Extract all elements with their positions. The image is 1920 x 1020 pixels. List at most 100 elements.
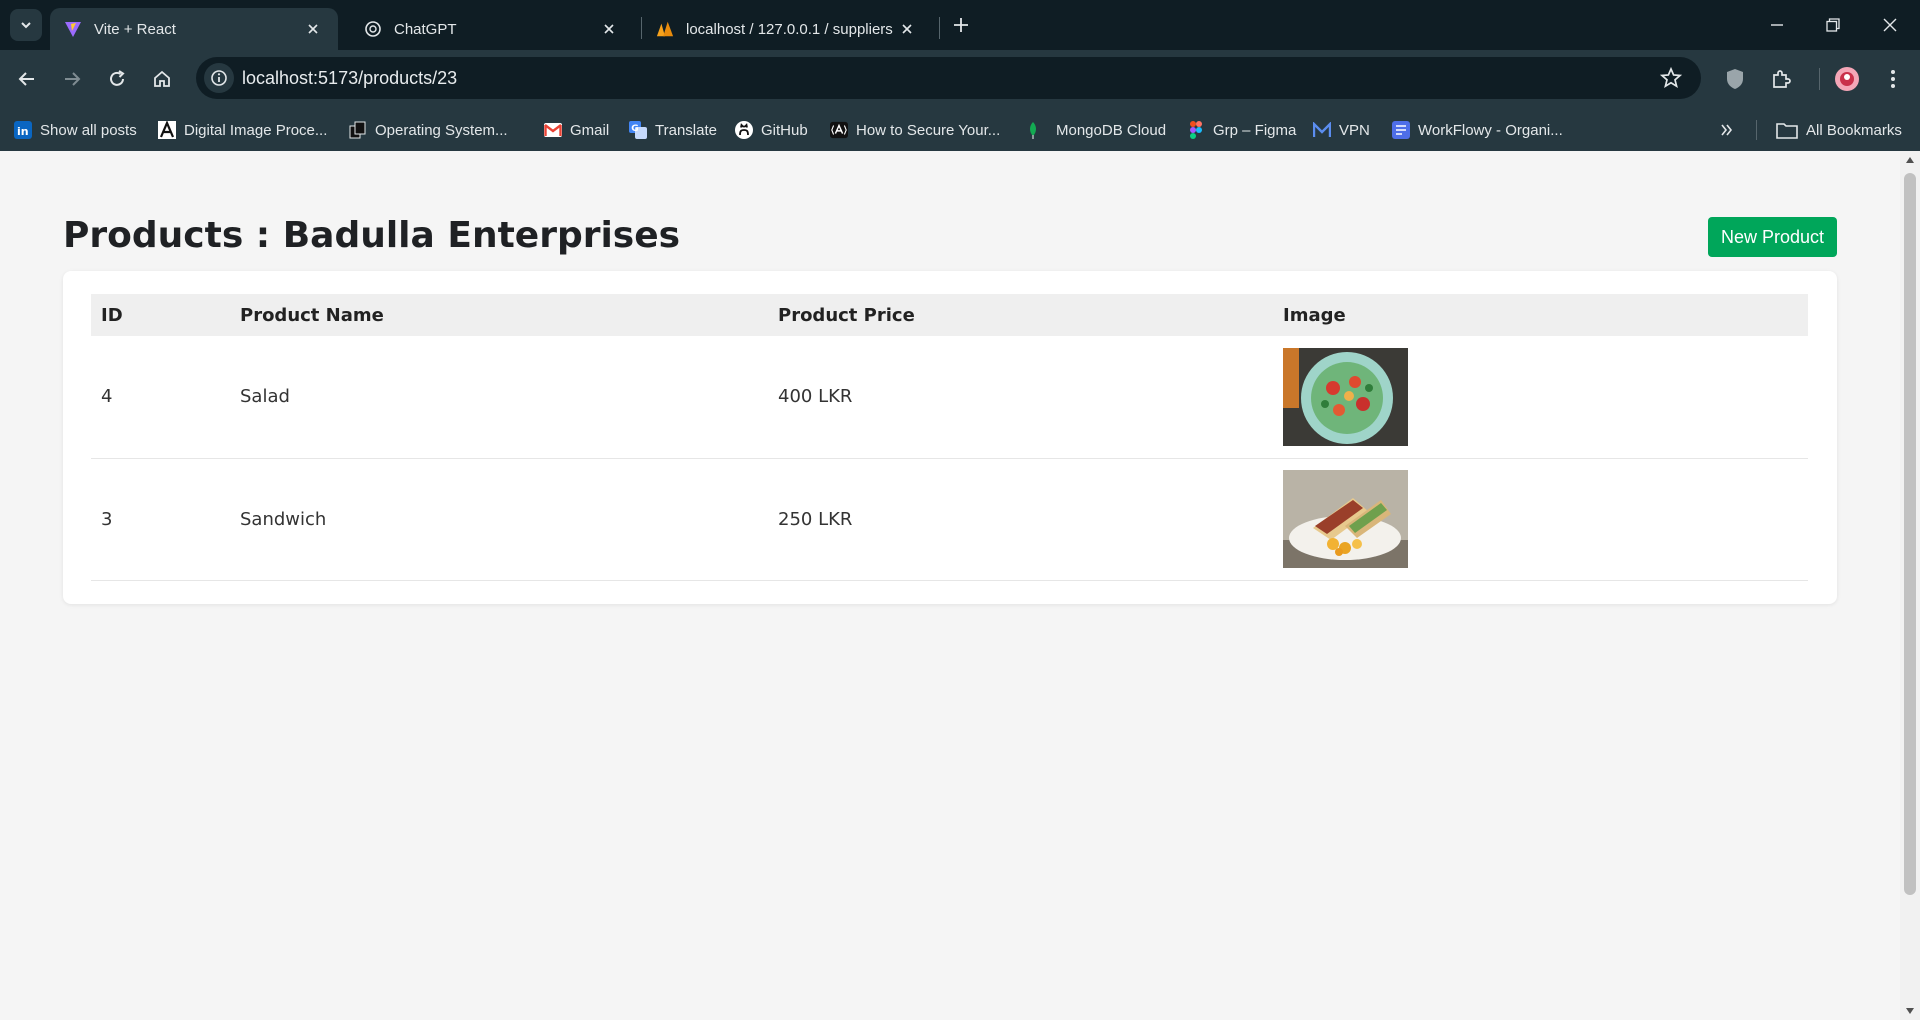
- arrow-left-icon: [18, 72, 34, 86]
- page-scrollbar[interactable]: [1900, 151, 1920, 1020]
- bookmark-label: VPN: [1339, 121, 1370, 139]
- tab-chatgpt[interactable]: ChatGPT: [350, 8, 634, 50]
- profile-avatar[interactable]: [1832, 64, 1862, 94]
- column-header-name: Product Name: [240, 304, 384, 326]
- bookmark-label: Translate: [655, 121, 717, 139]
- extensions-icon[interactable]: [1766, 64, 1796, 94]
- a-logo-icon: [158, 121, 176, 139]
- minimize-icon: [1771, 24, 1783, 26]
- svg-text:in: in: [17, 125, 29, 138]
- bookmarks-separator: [1756, 120, 1757, 140]
- reload-icon: [110, 70, 125, 86]
- svg-text:G: G: [631, 124, 638, 134]
- bookmark-linkedin[interactable]: in Show all posts: [14, 118, 137, 142]
- bookmark-label: MongoDB Cloud: [1056, 121, 1167, 139]
- tab-search-button[interactable]: [10, 9, 42, 41]
- bookmark-translate[interactable]: G Translate: [629, 118, 717, 142]
- forward-button[interactable]: [57, 64, 87, 94]
- sandwich-image: [1283, 470, 1408, 568]
- bookmark-label: GitHub: [761, 121, 808, 139]
- bookmark-mongodb[interactable]: MongoDB Cloud: [1024, 118, 1166, 142]
- site-info-icon[interactable]: [204, 63, 234, 93]
- bookmark-secure[interactable]: How to Secure Your...: [830, 118, 1000, 142]
- close-icon: [1883, 18, 1897, 32]
- cell-name: Sandwich: [230, 458, 768, 581]
- bookmark-operating-system[interactable]: Operating System...: [349, 118, 508, 142]
- cell-id: 3: [91, 458, 230, 581]
- bookmark-label: Show all posts: [40, 121, 137, 139]
- bookmarks-bar: in Show all posts Digital Image Proce...…: [0, 108, 1920, 151]
- column-header-price: Product Price: [778, 304, 915, 326]
- salad-image: [1283, 347, 1408, 446]
- vite-icon: [64, 20, 82, 38]
- menu-button[interactable]: [1878, 64, 1908, 94]
- workflowy-icon: [1392, 121, 1410, 139]
- address-bar[interactable]: localhost:5173/products/23: [196, 57, 1701, 99]
- bookmark-label: Digital Image Proce...: [184, 121, 328, 139]
- scrollbar-thumb[interactable]: [1904, 173, 1916, 895]
- bookmark-label: Grp – Figma: [1213, 121, 1297, 139]
- bookmark-workflowy[interactable]: WorkFlowy - Organi...: [1392, 118, 1563, 142]
- close-icon[interactable]: [896, 18, 918, 40]
- plus-icon: [954, 18, 968, 32]
- minimize-button[interactable]: [1764, 12, 1790, 38]
- bookmark-digital-image[interactable]: Digital Image Proce...: [158, 118, 327, 142]
- scroll-up-icon[interactable]: [1905, 155, 1915, 165]
- bookmark-label: Gmail: [570, 121, 610, 139]
- m-logo-icon: [1313, 121, 1331, 139]
- cell-name: Salad: [230, 336, 768, 459]
- gmail-icon: [544, 121, 562, 139]
- table-header-row: ID Product Name Product Price Image: [91, 294, 1808, 336]
- back-button[interactable]: [12, 64, 42, 94]
- chevron-double-right-icon: [1718, 121, 1736, 139]
- all-bookmarks-button[interactable]: All Bookmarks: [1776, 118, 1902, 142]
- bookmark-star-icon[interactable]: [1659, 66, 1683, 90]
- chevron-down-icon: [21, 22, 31, 29]
- home-button[interactable]: [147, 64, 177, 94]
- avatar-icon: [1835, 67, 1859, 91]
- restore-button[interactable]: [1820, 12, 1846, 38]
- bookmark-label: Operating System...: [375, 121, 508, 139]
- tab-title: localhost / 127.0.0.1 / suppliers: [686, 20, 893, 38]
- restore-icon: [1826, 18, 1840, 32]
- tab-phpmyadmin[interactable]: localhost / 127.0.0.1 / suppliers: [642, 8, 932, 50]
- products-table: ID Product Name Product Price Image 4 Sa…: [91, 294, 1808, 581]
- page-title: Products : Badulla Enterprises: [63, 215, 681, 256]
- close-window-button[interactable]: [1877, 12, 1903, 38]
- table-row[interactable]: 3 Sandwich 250 LKR: [91, 458, 1808, 581]
- linkedin-icon: in: [14, 121, 32, 139]
- folder-icon: [1776, 121, 1798, 139]
- translate-icon: G: [629, 121, 647, 139]
- kebab-menu-icon: [1891, 70, 1895, 88]
- cell-price: 250 LKR: [768, 458, 1273, 581]
- cell-image: [1273, 458, 1808, 581]
- browser-toolbar: localhost:5173/products/23: [0, 50, 1920, 108]
- bookmark-gmail[interactable]: Gmail: [544, 118, 609, 142]
- new-product-button[interactable]: New Product: [1708, 217, 1837, 257]
- cell-id: 4: [91, 336, 230, 459]
- tab-vite-react[interactable]: Vite + React: [50, 8, 338, 50]
- tab-strip: Vite + React ChatGPT localhost / 127.0.0…: [0, 0, 1920, 50]
- page-content: Products : Badulla Enterprises New Produ…: [0, 151, 1900, 1020]
- bookmark-github[interactable]: GitHub: [735, 118, 808, 142]
- more-bookmarks-button[interactable]: [1718, 118, 1744, 142]
- bookmark-vpn[interactable]: VPN: [1313, 118, 1370, 142]
- home-icon: [154, 70, 170, 87]
- close-icon[interactable]: [302, 18, 324, 40]
- phpmyadmin-icon: [656, 20, 674, 38]
- scroll-down-icon[interactable]: [1905, 1006, 1915, 1016]
- doc-icon: [349, 121, 367, 139]
- new-tab-button[interactable]: [948, 12, 974, 38]
- chatgpt-icon: [364, 20, 382, 38]
- tab-title: ChatGPT: [394, 20, 457, 38]
- shield-icon[interactable]: [1720, 64, 1750, 94]
- toolbar-separator: [1819, 68, 1820, 90]
- figma-icon: [1187, 121, 1205, 139]
- bookmark-figma[interactable]: Grp – Figma: [1187, 118, 1296, 142]
- auth0-icon: [830, 121, 848, 139]
- url-text: localhost:5173/products/23: [242, 68, 458, 88]
- table-row[interactable]: 4 Salad 400 LKR: [91, 336, 1808, 459]
- cell-image: [1273, 336, 1808, 459]
- reload-button[interactable]: [102, 64, 132, 94]
- close-icon[interactable]: [598, 18, 620, 40]
